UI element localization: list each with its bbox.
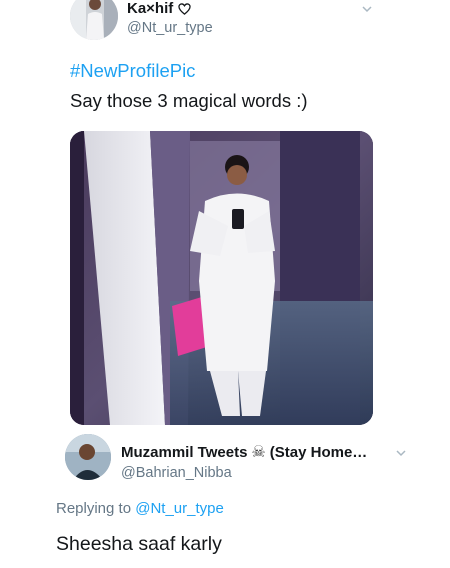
tweet-text: Say those 3 magical words :): [70, 90, 308, 111]
reply-text: Sheesha saaf karly: [56, 533, 222, 555]
replying-to-handle-link[interactable]: @Nt_ur_type: [135, 500, 224, 517]
author-display-name: Ka×hif: [127, 0, 174, 17]
author-handle[interactable]: @Nt_ur_type: [127, 20, 213, 36]
skull-emoji: ☠: [251, 443, 266, 461]
reply-author-avatar[interactable]: [65, 434, 111, 480]
reply-author-display-name: Muzammil Tweets: [121, 444, 248, 461]
tweet-photo[interactable]: [70, 131, 373, 425]
replying-to-row: Replying to @Nt_ur_type: [56, 500, 224, 517]
author-avatar-image: [70, 0, 118, 40]
chevron-down-icon[interactable]: [360, 2, 374, 16]
replying-to-label: Replying to: [56, 500, 132, 517]
reply-author-handle[interactable]: @Bahrian_Nibba: [121, 465, 232, 481]
reply-author-name-row[interactable]: Muzammil Tweets ☠ (Stay Home…: [121, 444, 367, 461]
reply-avatar-image: [65, 434, 111, 480]
tweet-container: Ka×hif @Nt_ur_type #NewProfilePic Say th…: [0, 0, 450, 568]
heart-outline-icon: [178, 2, 191, 15]
mirror-selfie-image: [70, 131, 373, 425]
author-name-row[interactable]: Ka×hif: [127, 0, 191, 17]
reply-author-name-suffix: (Stay Home…: [269, 444, 368, 461]
author-avatar[interactable]: [70, 0, 118, 40]
chevron-down-icon[interactable]: [394, 446, 408, 460]
hashtag-link[interactable]: #NewProfilePic: [70, 60, 195, 82]
